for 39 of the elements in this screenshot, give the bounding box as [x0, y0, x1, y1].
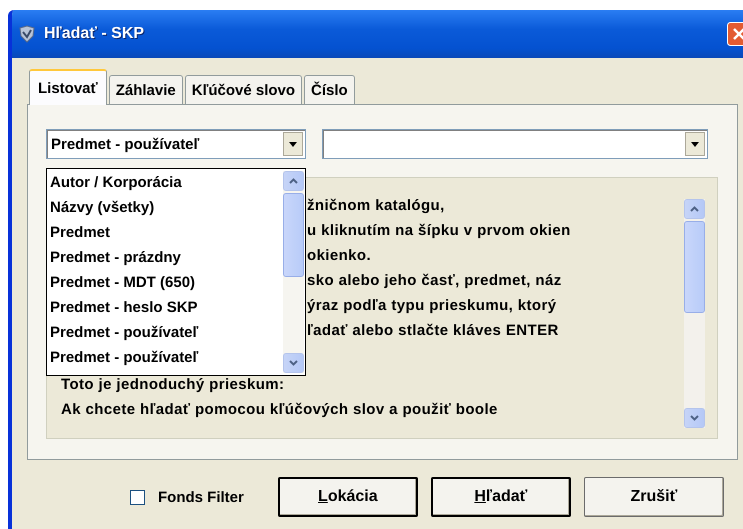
help-text-line: ýraz podľa typu prieskumu, ktorý — [307, 296, 556, 316]
dropdown-item[interactable]: Názvy (všetky) — [50, 195, 282, 220]
help-text-line: žničnom katalógu, — [307, 196, 445, 216]
help-text-line: okienko. — [307, 246, 372, 266]
help-text-line: sko alebo jeho časť, predmet, náz — [307, 271, 562, 291]
checkbox-label[interactable]: Fonds Filter — [158, 488, 244, 506]
scroll-up-button[interactable] — [283, 171, 304, 191]
dropdown-item[interactable]: Autor / Korporácia — [50, 170, 282, 195]
scroll-up-button[interactable] — [684, 199, 705, 219]
scrollbar[interactable] — [283, 171, 304, 373]
help-text-line: Toto je jednoduchý prieskum: — [61, 375, 284, 395]
caret-icon — [691, 142, 699, 146]
scrollbar[interactable] — [684, 199, 705, 428]
dropdown-item[interactable]: Predmet - heslo SKP — [50, 295, 282, 320]
dropdown-item[interactable]: Predmet - MDT (650) — [50, 270, 282, 295]
tab[interactable]: Záhlavie — [108, 75, 183, 104]
help-text-line: ľadať alebo stlačte kláves ENTER — [307, 321, 559, 341]
tab[interactable]: Číslo — [304, 75, 355, 104]
dropdown-item[interactable]: Predmet — [50, 220, 282, 245]
shield-icon — [18, 25, 36, 43]
dropdown-item[interactable]: Predmet - používateľ — [50, 320, 282, 345]
scroll-thumb[interactable] — [684, 221, 705, 313]
term-combo[interactable] — [322, 129, 708, 159]
scroll-down-button[interactable] — [684, 408, 705, 428]
tab[interactable]: Listovať — [29, 69, 107, 105]
index-combo[interactable]: Predmet - používateľ — [46, 129, 306, 159]
caret-icon — [289, 142, 297, 146]
dialog-button[interactable]: Lokácia — [278, 477, 418, 517]
window-title: Hľadať - SKP — [44, 25, 144, 43]
dialog-button[interactable]: Hľadať — [430, 477, 571, 517]
scroll-thumb[interactable] — [283, 193, 304, 277]
dropdown-item[interactable]: Predmet - prázdny — [50, 245, 282, 270]
dialog-button[interactable]: Zrušiť — [584, 477, 724, 517]
help-text-line: u kliknutím na šípku v prvom okien — [307, 221, 571, 241]
tab[interactable]: Kľúčové slovo — [184, 75, 302, 104]
dropdown-item[interactable]: Predmet - používateľ — [50, 345, 282, 370]
help-text-line: Ak chcete hľadať pomocou kľúčových slov a použiť boole — [61, 400, 498, 420]
checkbox[interactable] — [130, 490, 145, 504]
scroll-down-button[interactable] — [283, 353, 304, 373]
